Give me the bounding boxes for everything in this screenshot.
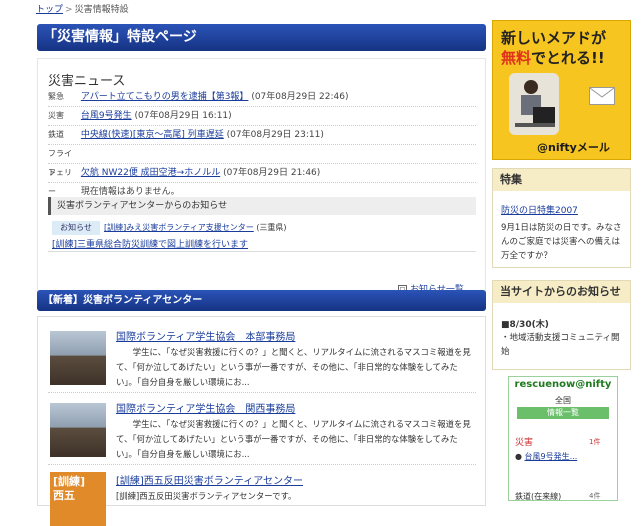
bullet-icon: ●: [515, 452, 522, 461]
volunteer-description: [訓練]西五反田災害ボランティアセンターです。: [116, 491, 297, 501]
volunteer-photo: [50, 403, 106, 457]
news-category: 緊急: [48, 92, 64, 101]
news-date: (07年08月29日 16:11): [134, 111, 232, 121]
volunteer-section-heading: 【新着】災害ボランティアセンター: [37, 290, 486, 311]
rescuenow-disaster-count: 1件: [589, 438, 601, 446]
rescuenow-disaster-item[interactable]: ● 台風9号発生...: [515, 451, 577, 462]
volunteer-title-link[interactable]: [訓練]西五反田災害ボランティアセンター: [116, 472, 303, 487]
site-info-text: ・地域活動支援コミュニティ開始: [501, 333, 620, 357]
site-info-date: ■8/30(木): [501, 320, 549, 330]
notice-item-link[interactable]: [訓練]みえ災害ボランティア支援センター: [104, 223, 254, 232]
special-heading: 特集: [493, 169, 630, 191]
page-title: 「災害情報」特設ページ: [37, 24, 486, 51]
notice-item: [訓練]みえ災害ボランティア支援センター (三重県): [104, 222, 287, 233]
rescuenow-list-tab[interactable]: 情報一覧: [517, 407, 609, 419]
ad-subline-rest: でとれる!!: [531, 49, 605, 67]
volunteer-photo: [50, 331, 106, 385]
news-category: 災害: [48, 111, 64, 120]
rescuenow-rail-count: 4件: [589, 492, 601, 500]
rescuenow-logo[interactable]: rescuenow@nifty: [509, 379, 617, 390]
news-row: フライト 欠航 NW22便 成田空港→ホノルル (07年08月29日 21:46…: [48, 144, 476, 178]
news-box: 災害ニュース 緊急 アパート立てこもりの男を逮捕【第3報】 (07年08月29日…: [37, 58, 486, 295]
ad-headline: 新しいメアドが: [501, 29, 607, 47]
news-empty-text: 現在情報はありません。: [80, 187, 180, 197]
breadcrumb-separator: >: [65, 5, 73, 15]
divider: [48, 464, 476, 465]
special-description: 9月1日は防災の日です。みなさんのご家庭では災害への備えは万全ですか？: [501, 223, 622, 261]
notice-item-suffix: (三重県): [256, 223, 287, 232]
breadcrumb: トップ > 災害情報特設: [36, 2, 129, 15]
person-at-computer-image: [509, 73, 559, 135]
special-link[interactable]: 防災の日特集2007: [501, 203, 578, 216]
news-row: 災害 台風9号発生 (07年08月29日 16:11): [48, 106, 476, 126]
news-date: (07年08月29日 22:46): [251, 92, 349, 102]
news-link[interactable]: 台風9号発生: [81, 111, 132, 121]
notice-tag: お知らせ: [52, 221, 100, 235]
rescuenow-area: 全国: [555, 396, 571, 405]
news-row: 緊急 アパート立てこもりの男を逮捕【第3報】 (07年08月29日 22:46): [48, 87, 476, 107]
training-thumbnail: [訓練] 西五: [50, 472, 106, 526]
news-link[interactable]: 中央線(快速)[東京～高尾] 列車遅延: [81, 130, 224, 140]
notice-item-link[interactable]: [訓練]三重県総合防災訓練で図上訓練を行います: [52, 237, 248, 250]
nifty-mail-ad[interactable]: 新しいメアドが 無料でとれる!! @niftyメール: [492, 20, 631, 160]
volunteer-title-link[interactable]: 国際ボランティア学生協会 関西事務局: [116, 400, 295, 415]
rescuenow-widget: rescuenow@nifty 全国 情報一覧 災害 1件 ● 台風9号発生..…: [508, 376, 618, 501]
envelope-icon: [589, 87, 615, 105]
volunteer-title-link[interactable]: 国際ボランティア学生協会 本部事務局: [116, 328, 295, 343]
news-category: フェリー: [48, 168, 72, 196]
volunteer-description: 学生に、「なぜ災害救援に行くの？」と聞くと、リアルタイムに流されるマスコミ報道を…: [116, 419, 471, 459]
main-column: 「災害情報」特設ページ 災害ニュース 緊急 アパート立てこもりの男を逮捕【第3報…: [37, 18, 486, 526]
divider: [48, 392, 476, 393]
news-row: フェリー 現在情報はありません。: [48, 163, 476, 197]
rescuenow-rail-label: 鉄道(在来線): [515, 492, 562, 501]
ad-free-label: 無料: [501, 49, 532, 67]
divider: [48, 251, 476, 252]
news-category: 鉄道: [48, 130, 64, 139]
breadcrumb-home-link[interactable]: トップ: [36, 5, 63, 15]
ad-brand: @niftyメール: [537, 141, 610, 154]
rescuenow-disaster-label: 災害: [515, 438, 534, 448]
volunteer-description: 学生に、「なぜ災害救援に行くの？」と聞くと、リアルタイムに流されるマスコミ報道を…: [116, 347, 471, 387]
rescuenow-disaster-link[interactable]: 台風9号発生...: [525, 452, 578, 461]
breadcrumb-current: 災害情報特設: [74, 5, 129, 15]
site-info-box: 当サイトからのお知らせ ■8/30(木) ・地域活動支援コミュニティ開始: [492, 280, 631, 370]
news-row: 鉄道 中央線(快速)[東京～高尾] 列車遅延 (07年08月29日 23:11): [48, 125, 476, 145]
ad-subline: 無料でとれる!!: [501, 47, 605, 68]
special-feature-box: 特集 防災の日特集2007 9月1日は防災の日です。みなさんのご家庭では災害への…: [492, 168, 631, 268]
volunteer-notice-heading: 災害ボランティアセンターからのお知らせ: [48, 197, 476, 215]
volunteer-list: 国際ボランティア学生協会 本部事務局 学生に、「なぜ災害救援に行くの？」と聞くと…: [37, 316, 486, 526]
news-date: (07年08月29日 23:11): [226, 130, 324, 140]
news-link[interactable]: アパート立てこもりの男を逮捕【第3報】: [81, 92, 249, 102]
site-info-heading: 当サイトからのお知らせ: [493, 281, 630, 303]
